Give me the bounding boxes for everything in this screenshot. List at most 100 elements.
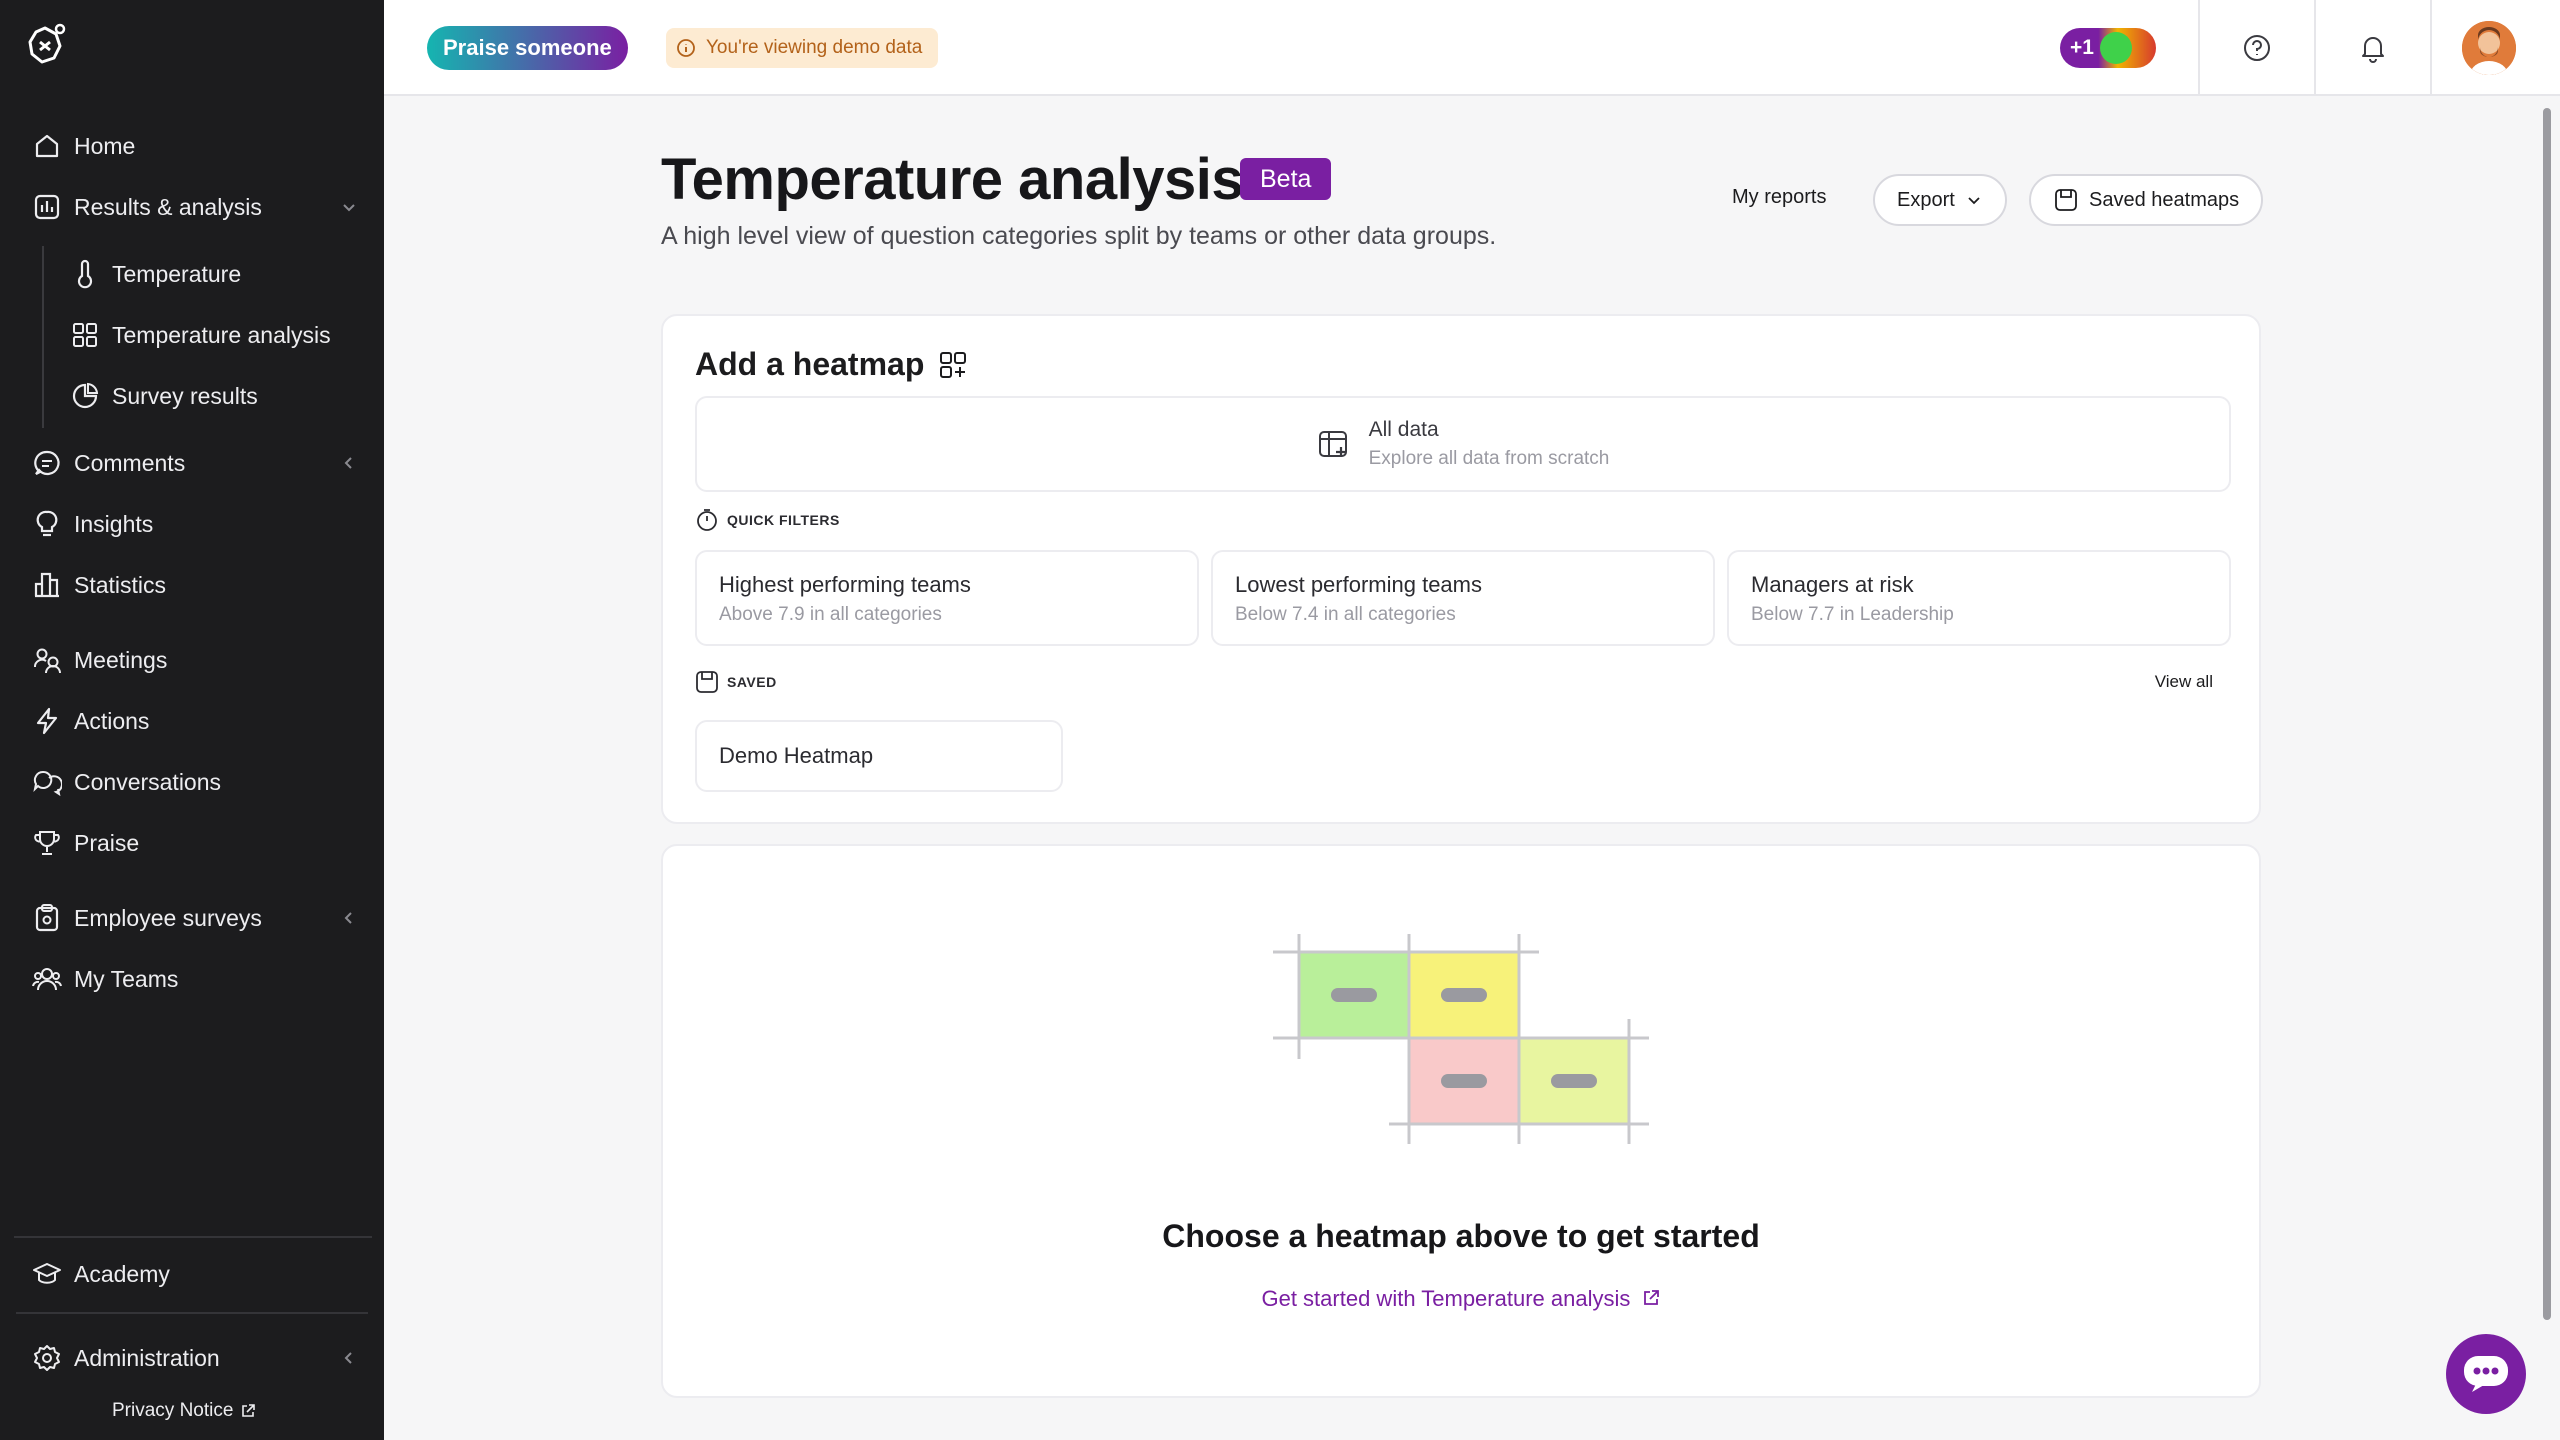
chevron-down-icon [1968, 197, 1980, 205]
sidebar-item-label: Statistics [74, 571, 167, 598]
page-title: Temperature analysis [661, 147, 1244, 212]
saved-heatmap-item[interactable]: Demo Heatmap [695, 720, 1063, 792]
sidebar-item-temperature[interactable]: Temperature [68, 250, 368, 298]
sidebar-item-temperature-analysis[interactable]: Temperature analysis [68, 311, 368, 359]
sidebar-item-label: Praise [74, 829, 140, 856]
gear-icon [30, 1341, 64, 1375]
view-all-link[interactable]: View all [2155, 672, 2213, 692]
external-link-icon [242, 1404, 256, 1417]
empty-state-card: Choose a heatmap above to get started Ge… [661, 844, 2261, 1398]
submenu-line [42, 246, 44, 428]
sidebar-item-label: Insights [74, 510, 154, 537]
sidebar-item-actions[interactable]: Actions [30, 697, 360, 745]
sidebar-item-label: Home [74, 132, 136, 159]
chat-support-button[interactable] [2446, 1334, 2526, 1414]
sidebar-item-statistics[interactable]: Statistics [30, 561, 360, 609]
sidebar-item-results-analysis[interactable]: Results & analysis [30, 183, 360, 231]
quick-filter-highest-performing[interactable]: Highest performing teams Above 7.9 in al… [695, 550, 1199, 646]
home-icon [30, 129, 64, 163]
info-icon [677, 39, 695, 57]
lightbulb-icon [30, 507, 64, 541]
add-heatmap-card: Add a heatmap All data Explore all data … [661, 314, 2261, 824]
chevron-left-icon [344, 457, 352, 469]
external-link-icon [1643, 1290, 1659, 1305]
beta-badge: Beta [1240, 158, 1332, 200]
sidebar-item-label: Results & analysis [74, 193, 262, 220]
chat-icon [30, 765, 64, 799]
sidebar-item-praise[interactable]: Praise [30, 819, 360, 867]
clipboard-icon [30, 901, 64, 935]
sidebar-item-conversations[interactable]: Conversations [30, 758, 360, 806]
sidebar-item-label: Academy [74, 1260, 170, 1287]
comment-icon [30, 446, 64, 480]
quick-filter-title: Highest performing teams [719, 572, 971, 597]
notifications-button[interactable] [2314, 0, 2430, 96]
saved-heatmaps-button[interactable]: Saved heatmaps [2029, 174, 2264, 226]
export-button[interactable]: Export [1873, 174, 2007, 226]
save-icon [696, 671, 718, 693]
smiley-icon [2100, 32, 2132, 64]
sidebar-item-administration[interactable]: Administration [30, 1334, 360, 1382]
heatmap-illustration [1273, 934, 1649, 1144]
add-table-icon [1318, 431, 1347, 457]
quick-filter-title: Lowest performing teams [1235, 572, 1482, 597]
grid-icon [68, 318, 102, 352]
praise-someone-button[interactable]: Praise someone [427, 26, 628, 70]
quick-filters-label: QUICK FILTERS [695, 508, 840, 532]
chevron-left-icon [344, 1352, 352, 1364]
sidebar-item-label: Administration [74, 1344, 220, 1371]
chart-icon [30, 190, 64, 224]
add-heatmap-title: Add a heatmap [695, 346, 968, 383]
help-button[interactable] [2198, 0, 2314, 96]
page-scrollbar[interactable] [2543, 108, 2551, 1320]
sidebar-item-meetings[interactable]: Meetings [30, 636, 360, 684]
sidebar-item-label: Survey results [112, 382, 258, 409]
my-reports-button[interactable]: My reports [1732, 186, 1826, 209]
chat-bubble-icon [2464, 1356, 2508, 1392]
sidebar-item-my-teams[interactable]: My Teams [30, 955, 360, 1003]
meeting-icon [30, 643, 64, 677]
avatar [2462, 21, 2516, 75]
bar-chart-icon [30, 568, 64, 602]
quick-filter-managers-at-risk[interactable]: Managers at risk Below 7.7 in Leadership [1727, 550, 2231, 646]
sidebar-item-insights[interactable]: Insights [30, 500, 360, 548]
all-data-option[interactable]: All data Explore all data from scratch [695, 396, 2231, 492]
sidebar-item-survey-results[interactable]: Survey results [68, 372, 368, 420]
mood-badge[interactable]: +1 [2060, 28, 2156, 68]
all-data-title: All data [1368, 418, 1439, 441]
thermometer-icon [68, 257, 102, 291]
page-subtitle: A high level view of question categories… [661, 222, 1497, 250]
saved-label: SAVED [695, 670, 777, 694]
sidebar-item-label: Employee surveys [74, 904, 262, 931]
empty-state-title: Choose a heatmap above to get started [1162, 1218, 1760, 1254]
sidebar-item-label: Temperature analysis [112, 321, 331, 348]
sidebar-item-label: Meetings [74, 646, 168, 673]
quick-filter-lowest-performing[interactable]: Lowest performing teams Below 7.4 in all… [1211, 550, 1715, 646]
sidebar-item-academy[interactable]: Academy [30, 1250, 360, 1298]
quick-filter-description: Below 7.4 in all categories [1235, 604, 1456, 625]
all-data-description: Explore all data from scratch [1368, 448, 1610, 469]
add-grid-icon [940, 351, 967, 378]
demo-data-badge: You're viewing demo data [666, 28, 939, 68]
save-icon [2055, 189, 2077, 211]
sidebar-item-label: Conversations [74, 768, 222, 795]
quick-filter-description: Below 7.7 in Leadership [1751, 604, 1954, 625]
people-icon [30, 962, 64, 996]
sidebar-divider [16, 1312, 368, 1314]
privacy-notice-link[interactable]: Privacy Notice [112, 1400, 257, 1422]
profile-button[interactable] [2430, 0, 2546, 96]
sidebar-item-label: Comments [74, 449, 186, 476]
app-logo-icon[interactable] [20, 20, 70, 70]
sidebar-item-comments[interactable]: Comments [30, 439, 360, 487]
timer-icon [697, 509, 717, 531]
sidebar-item-employee-surveys[interactable]: Employee surveys [30, 894, 360, 942]
lightning-icon [30, 704, 64, 738]
pie-chart-icon [68, 379, 102, 413]
sidebar-item-home[interactable]: Home [30, 122, 360, 170]
top-bar: Praise someone You're viewing demo data … [384, 0, 2560, 96]
help-icon [2244, 35, 2270, 61]
quick-filter-description: Above 7.9 in all categories [719, 604, 942, 625]
bell-icon [2362, 37, 2384, 63]
trophy-icon [30, 826, 64, 860]
get-started-link[interactable]: Get started with Temperature analysis [663, 1286, 2259, 1312]
